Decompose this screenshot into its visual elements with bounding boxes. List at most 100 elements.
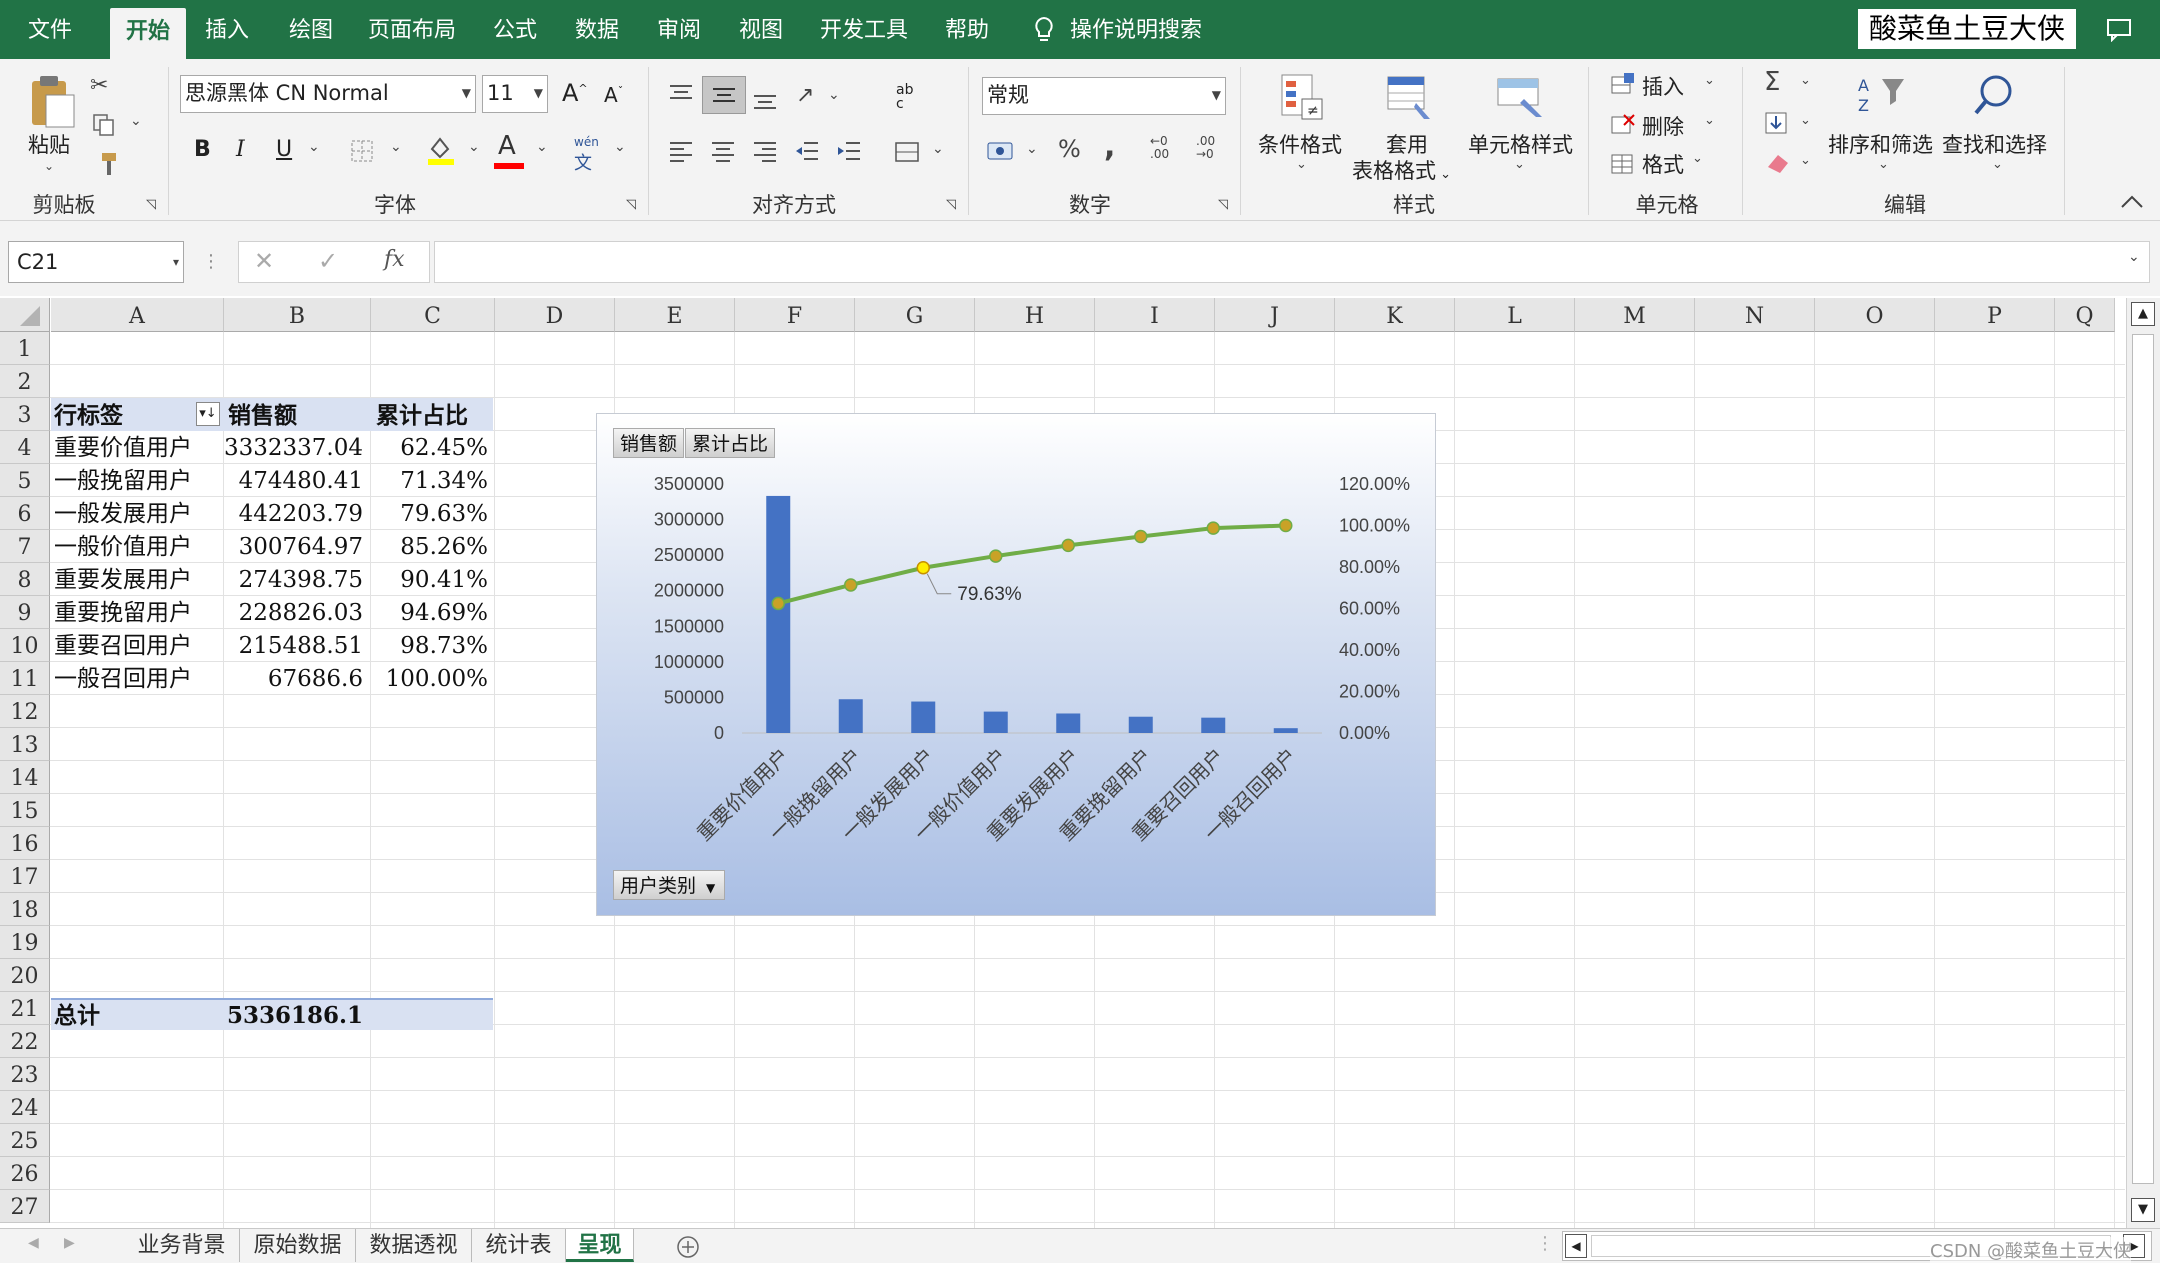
- cut-icon[interactable]: ✂: [90, 73, 108, 98]
- formula-input[interactable]: [434, 241, 2150, 283]
- row-header[interactable]: 1: [0, 332, 50, 365]
- row-header[interactable]: 8: [0, 563, 50, 596]
- row-header[interactable]: 27: [0, 1190, 50, 1223]
- copy-icon[interactable]: [92, 113, 116, 137]
- row-header[interactable]: 11: [0, 662, 50, 695]
- pinyin-dropdown-icon[interactable]: ⌄: [614, 139, 626, 155]
- decrease-indent-icon[interactable]: [794, 139, 820, 165]
- align-center-icon[interactable]: [710, 139, 736, 165]
- align-left-icon[interactable]: [668, 139, 694, 165]
- comment-icon[interactable]: [2106, 18, 2134, 42]
- sort-filter-dropdown-icon[interactable]: ⌄: [1878, 157, 1889, 172]
- pivot-cell[interactable]: 重要价值用户: [54, 431, 214, 464]
- tab-help[interactable]: 帮助: [936, 0, 998, 59]
- insert-function-icon[interactable]: fx: [384, 247, 405, 272]
- pivot-cell[interactable]: 215488.51: [222, 629, 367, 662]
- align-middle-button[interactable]: [702, 76, 746, 114]
- increase-indent-icon[interactable]: [836, 139, 862, 165]
- row-header[interactable]: 23: [0, 1058, 50, 1091]
- accounting-format-icon[interactable]: [986, 139, 1016, 165]
- sheet-tab[interactable]: 业务背景: [124, 1229, 240, 1262]
- row-header[interactable]: 19: [0, 926, 50, 959]
- pivot-cell[interactable]: 79.63%: [370, 497, 492, 530]
- tab-file[interactable]: 文件: [14, 0, 86, 59]
- collapse-ribbon-icon[interactable]: [2118, 193, 2146, 211]
- row-header[interactable]: 4: [0, 431, 50, 464]
- row-header[interactable]: 21: [0, 992, 50, 1025]
- prev-sheet-icon[interactable]: ◀: [28, 1235, 39, 1251]
- paste-dropdown-icon[interactable]: ⌄: [44, 159, 54, 173]
- conditional-format-icon[interactable]: ≠: [1280, 73, 1324, 123]
- pivot-cell[interactable]: 71.34%: [370, 464, 492, 497]
- row-header[interactable]: 2: [0, 365, 50, 398]
- number-format-select[interactable]: 常规 ▼: [982, 77, 1226, 115]
- column-header[interactable]: P: [1935, 298, 2055, 332]
- clear-dropdown-icon[interactable]: ⌄: [1800, 153, 1811, 168]
- search-icon[interactable]: [1972, 73, 2016, 119]
- row-header[interactable]: 9: [0, 596, 50, 629]
- pivot-cell[interactable]: 重要发展用户: [54, 563, 214, 596]
- column-header[interactable]: C: [371, 298, 495, 332]
- tab-draw[interactable]: 绘图: [280, 0, 342, 59]
- cancel-icon[interactable]: ✕: [254, 247, 274, 275]
- pivot-cell[interactable]: 重要挽留用户: [54, 596, 214, 629]
- tab-formulas[interactable]: 公式: [484, 0, 546, 59]
- bold-button[interactable]: B: [194, 137, 211, 162]
- delete-dropdown-icon[interactable]: ⌄: [1704, 113, 1715, 128]
- pivot-cell[interactable]: 一般价值用户: [54, 530, 214, 563]
- column-header[interactable]: K: [1335, 298, 1455, 332]
- pivot-cell[interactable]: 67686.6: [222, 662, 367, 695]
- autosum-dropdown-icon[interactable]: ⌄: [1800, 73, 1811, 88]
- row-header[interactable]: 10: [0, 629, 50, 662]
- orientation-icon[interactable]: ↗: [796, 83, 814, 108]
- pareto-chart[interactable]: 销售额 累计占比 用户类别 ▼ 0 500000 1000000 1500000 2000…: [596, 413, 1436, 916]
- sheet-tab-active[interactable]: 呈现: [566, 1229, 634, 1262]
- column-header[interactable]: O: [1815, 298, 1935, 332]
- worksheet-grid[interactable]: ABCDEFGHIJKLMNOPQ 1 2 3 4 5 6 7 8 9 10 11 12 13 14 15 1…: [0, 298, 2160, 1228]
- font-size-select[interactable]: 11 ▼: [482, 75, 548, 113]
- tab-home[interactable]: 开始: [110, 8, 186, 59]
- cell-styles-button[interactable]: 单元格样式: [1468, 129, 1573, 159]
- pivot-cell[interactable]: 一般召回用户: [54, 662, 214, 695]
- insert-cells-button[interactable]: 插入: [1642, 71, 1684, 101]
- decrease-decimal-button[interactable]: .00 →0: [1196, 135, 1215, 161]
- clear-icon[interactable]: [1764, 151, 1792, 175]
- font-color-dropdown-icon[interactable]: ⌄: [536, 139, 548, 155]
- pivot-cell[interactable]: 90.41%: [370, 563, 492, 596]
- tab-data[interactable]: 数据: [566, 0, 628, 59]
- account-name[interactable]: 酸菜鱼土豆大侠: [1858, 9, 2076, 49]
- row-header[interactable]: 26: [0, 1157, 50, 1190]
- percent-button[interactable]: %: [1058, 135, 1081, 163]
- pivot-cell[interactable]: 442203.79: [222, 497, 367, 530]
- column-header[interactable]: D: [495, 298, 615, 332]
- insert-cells-icon[interactable]: [1610, 73, 1636, 97]
- tab-view[interactable]: 视图: [730, 0, 792, 59]
- alignment-launcher-icon[interactable]: ◹: [946, 197, 956, 212]
- sort-filter-button[interactable]: 排序和筛选: [1828, 129, 1933, 159]
- fill-dropdown-icon[interactable]: ⌄: [1800, 113, 1811, 128]
- column-header[interactable]: M: [1575, 298, 1695, 332]
- pivot-cell[interactable]: 3332337.04: [222, 431, 367, 464]
- cell-styles-icon[interactable]: [1496, 75, 1546, 121]
- row-header[interactable]: 25: [0, 1124, 50, 1157]
- delete-cells-icon[interactable]: [1610, 113, 1636, 137]
- row-header[interactable]: 3: [0, 398, 50, 431]
- column-header[interactable]: F: [735, 298, 855, 332]
- column-header[interactable]: G: [855, 298, 975, 332]
- row-header[interactable]: 5: [0, 464, 50, 497]
- column-header[interactable]: J: [1215, 298, 1335, 332]
- format-cells-button[interactable]: 格式: [1642, 149, 1684, 179]
- pivot-cell[interactable]: 98.73%: [370, 629, 492, 662]
- pivot-cell[interactable]: 274398.75: [222, 563, 367, 596]
- tab-page-layout[interactable]: 页面布局: [362, 0, 462, 59]
- row-header[interactable]: 18: [0, 893, 50, 926]
- font-name-select[interactable]: 思源黑体 CN Normal ▼: [180, 75, 476, 113]
- font-launcher-icon[interactable]: ◹: [626, 197, 636, 212]
- clipboard-launcher-icon[interactable]: ◹: [146, 197, 156, 212]
- pivot-cell[interactable]: 一般发展用户: [54, 497, 214, 530]
- pivot-cell[interactable]: 重要召回用户: [54, 629, 214, 662]
- comma-button[interactable]: ,: [1104, 129, 1115, 164]
- fill-color-dropdown-icon[interactable]: ⌄: [468, 139, 480, 155]
- row-header[interactable]: 16: [0, 827, 50, 860]
- copy-dropdown-icon[interactable]: ⌄: [130, 113, 142, 129]
